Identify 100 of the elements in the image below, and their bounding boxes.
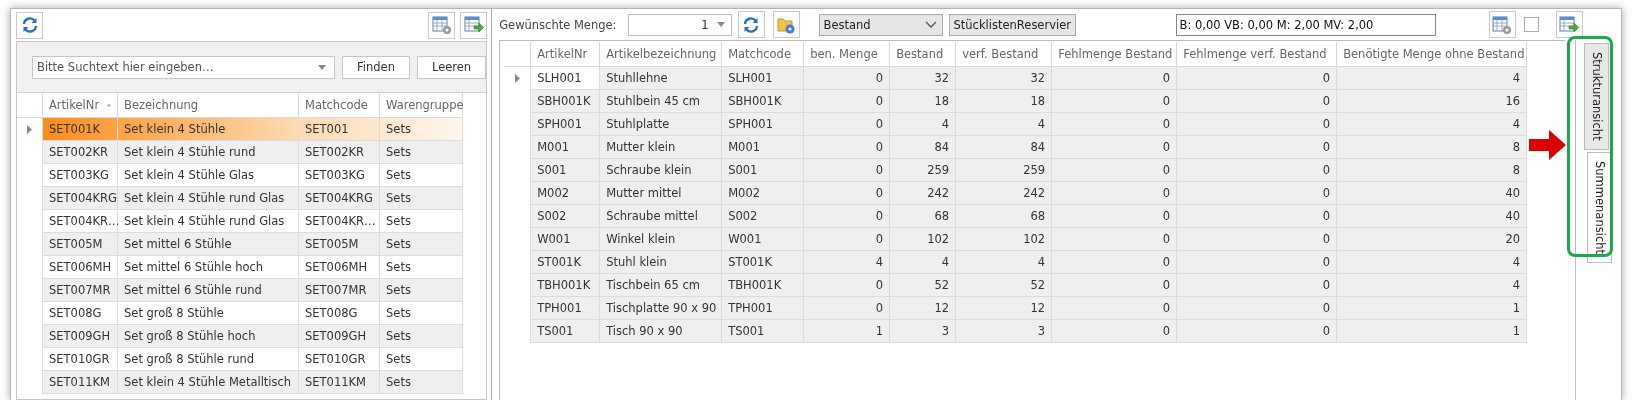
table-cell: 1 bbox=[1337, 297, 1528, 320]
export-button[interactable] bbox=[1555, 11, 1583, 38]
table-cell: Sets bbox=[380, 302, 463, 325]
table-cell: Mutter mittel bbox=[600, 182, 723, 205]
table-cell: Set mittel 6 Stühle bbox=[118, 233, 299, 256]
table-cell: 4 bbox=[804, 251, 891, 274]
table-cell: 0 bbox=[1052, 228, 1178, 251]
table-cell: SET011KM bbox=[299, 371, 380, 394]
column-header[interactable]: Warengruppe bbox=[380, 93, 463, 118]
table-cell: 0 bbox=[1052, 136, 1178, 159]
folder-settings-button[interactable] bbox=[772, 11, 800, 38]
table-cell: 4 bbox=[890, 113, 957, 136]
table-cell: Sets bbox=[380, 210, 463, 233]
table-cell: M001 bbox=[722, 136, 805, 159]
column-header[interactable]: Matchcode bbox=[299, 93, 380, 118]
quantity-label: Gewünschte Menge: bbox=[499, 17, 617, 32]
table-cell: Set klein 4 Stühle rund bbox=[118, 141, 299, 164]
table-cell: SET008G bbox=[43, 302, 118, 325]
column-header[interactable]: Fehlmenge Bestand bbox=[1052, 42, 1178, 67]
table-cell: 0 bbox=[804, 67, 891, 90]
table-cell: TPH001 bbox=[722, 297, 805, 320]
recalculate-button[interactable] bbox=[737, 11, 765, 38]
table-cell: 0 bbox=[804, 297, 891, 320]
column-header[interactable]: Bestand bbox=[890, 42, 957, 67]
table-cell: SET010GR bbox=[43, 348, 118, 371]
table-cell: 1 bbox=[804, 320, 891, 343]
table-cell: 102 bbox=[956, 228, 1053, 251]
column-header[interactable]: Artikelbezeichnung bbox=[600, 42, 723, 67]
table-export-icon bbox=[463, 15, 484, 35]
export-button[interactable] bbox=[460, 11, 488, 39]
table-cell: 0 bbox=[804, 136, 891, 159]
table-cell: TS001 bbox=[722, 320, 805, 343]
table-cell: 0 bbox=[1052, 320, 1178, 343]
table-cell: 52 bbox=[956, 274, 1053, 297]
table-cell: SET004KRG bbox=[299, 187, 380, 210]
reservation-mode-dropdown[interactable]: StücklistenReservier bbox=[948, 13, 1076, 36]
table-cell: 0 bbox=[804, 182, 891, 205]
table-cell: SET006MH bbox=[299, 256, 380, 279]
dropdown-arrow-icon bbox=[716, 22, 725, 27]
search-field[interactable]: Bitte Suchtext hier eingeben… bbox=[32, 55, 335, 79]
view-tab[interactable]: Summenansicht bbox=[1587, 151, 1613, 263]
table-cell: SET004KR… bbox=[43, 210, 118, 233]
table-cell: 0 bbox=[1052, 274, 1178, 297]
table-cell: 52 bbox=[890, 274, 957, 297]
summary-field[interactable]: B: 0,00 VB: 0,00 M: 2,00 MV: 2,00 bbox=[1175, 13, 1436, 36]
column-header[interactable]: Matchcode bbox=[722, 42, 805, 67]
table-cell: 259 bbox=[890, 159, 957, 182]
table-cell: 0 bbox=[1177, 228, 1338, 251]
column-header[interactable]: ben. Menge bbox=[804, 42, 891, 67]
table-cell: 0 bbox=[1177, 182, 1338, 205]
table-export-icon bbox=[1559, 14, 1579, 35]
table-cell: SET010GR bbox=[299, 348, 380, 371]
table-settings-button[interactable] bbox=[428, 11, 456, 39]
table-cell: 0 bbox=[1052, 251, 1178, 274]
table-cell: Set mittel 6 Stühle hoch bbox=[118, 256, 299, 279]
refresh-button[interactable] bbox=[16, 11, 43, 39]
table-cell: 0 bbox=[1177, 251, 1338, 274]
table-cell: Set klein 4 Stühle Glas bbox=[118, 164, 299, 187]
table-cell: SET004KR… bbox=[299, 210, 380, 233]
column-header[interactable]: Benötigte Menge ohne Bestand bbox=[1337, 42, 1528, 67]
quantity-field[interactable]: 1 bbox=[627, 13, 732, 36]
table-cell: 0 bbox=[804, 90, 891, 113]
table-cell: 3 bbox=[956, 320, 1053, 343]
table-cell: Winkel klein bbox=[600, 228, 723, 251]
row-indicator-icon bbox=[515, 74, 521, 83]
table-cell: Set groß 8 Stühle rund bbox=[118, 348, 299, 371]
column-header[interactable]: Fehlmenge verf. Bestand bbox=[1177, 42, 1338, 67]
column-header[interactable]: verf. Bestand bbox=[956, 42, 1053, 67]
table-cell: SET007MR bbox=[299, 279, 380, 302]
table-cell: Sets bbox=[380, 141, 463, 164]
table-cell: 0 bbox=[804, 159, 891, 182]
search-action-button[interactable]: Leeren bbox=[416, 55, 487, 79]
view-tab[interactable]: Strukturansicht bbox=[1584, 43, 1610, 150]
column-header[interactable]: ArtikelNr bbox=[531, 42, 601, 67]
table-cell: ST001K bbox=[531, 251, 601, 274]
refresh-icon bbox=[20, 16, 39, 34]
table-cell: SET005M bbox=[299, 233, 380, 256]
table-cell: 4 bbox=[1337, 251, 1528, 274]
table-cell: 40 bbox=[1337, 205, 1528, 228]
table-cell: 84 bbox=[956, 136, 1053, 159]
table-cell: SET001 bbox=[299, 118, 380, 141]
table-cell: SET008G bbox=[299, 302, 380, 325]
checkbox[interactable] bbox=[1523, 17, 1539, 32]
search-action-button[interactable]: Finden bbox=[342, 55, 410, 79]
table-cell: Set klein 4 Stühle Metalltisch bbox=[118, 371, 299, 394]
stock-mode-dropdown[interactable]: Bestand bbox=[818, 13, 943, 36]
column-header[interactable]: Bezeichnung bbox=[118, 93, 299, 118]
table-cell: Set mittel 6 Stühle rund bbox=[118, 279, 299, 302]
table-cell: SBH001K bbox=[531, 90, 601, 113]
table-cell: S001 bbox=[722, 159, 805, 182]
table-cell: M001 bbox=[531, 136, 601, 159]
column-header[interactable]: ArtikelNr bbox=[43, 93, 118, 118]
arrow-icon bbox=[1529, 130, 1566, 160]
table-cell: 0 bbox=[1177, 67, 1338, 90]
table-cell: 32 bbox=[956, 67, 1053, 90]
table-cell: Sets bbox=[380, 256, 463, 279]
table-cell: 84 bbox=[890, 136, 957, 159]
table-settings-button[interactable] bbox=[1488, 11, 1516, 38]
table-cell: W001 bbox=[722, 228, 805, 251]
table-cell: TBH001K bbox=[531, 274, 601, 297]
